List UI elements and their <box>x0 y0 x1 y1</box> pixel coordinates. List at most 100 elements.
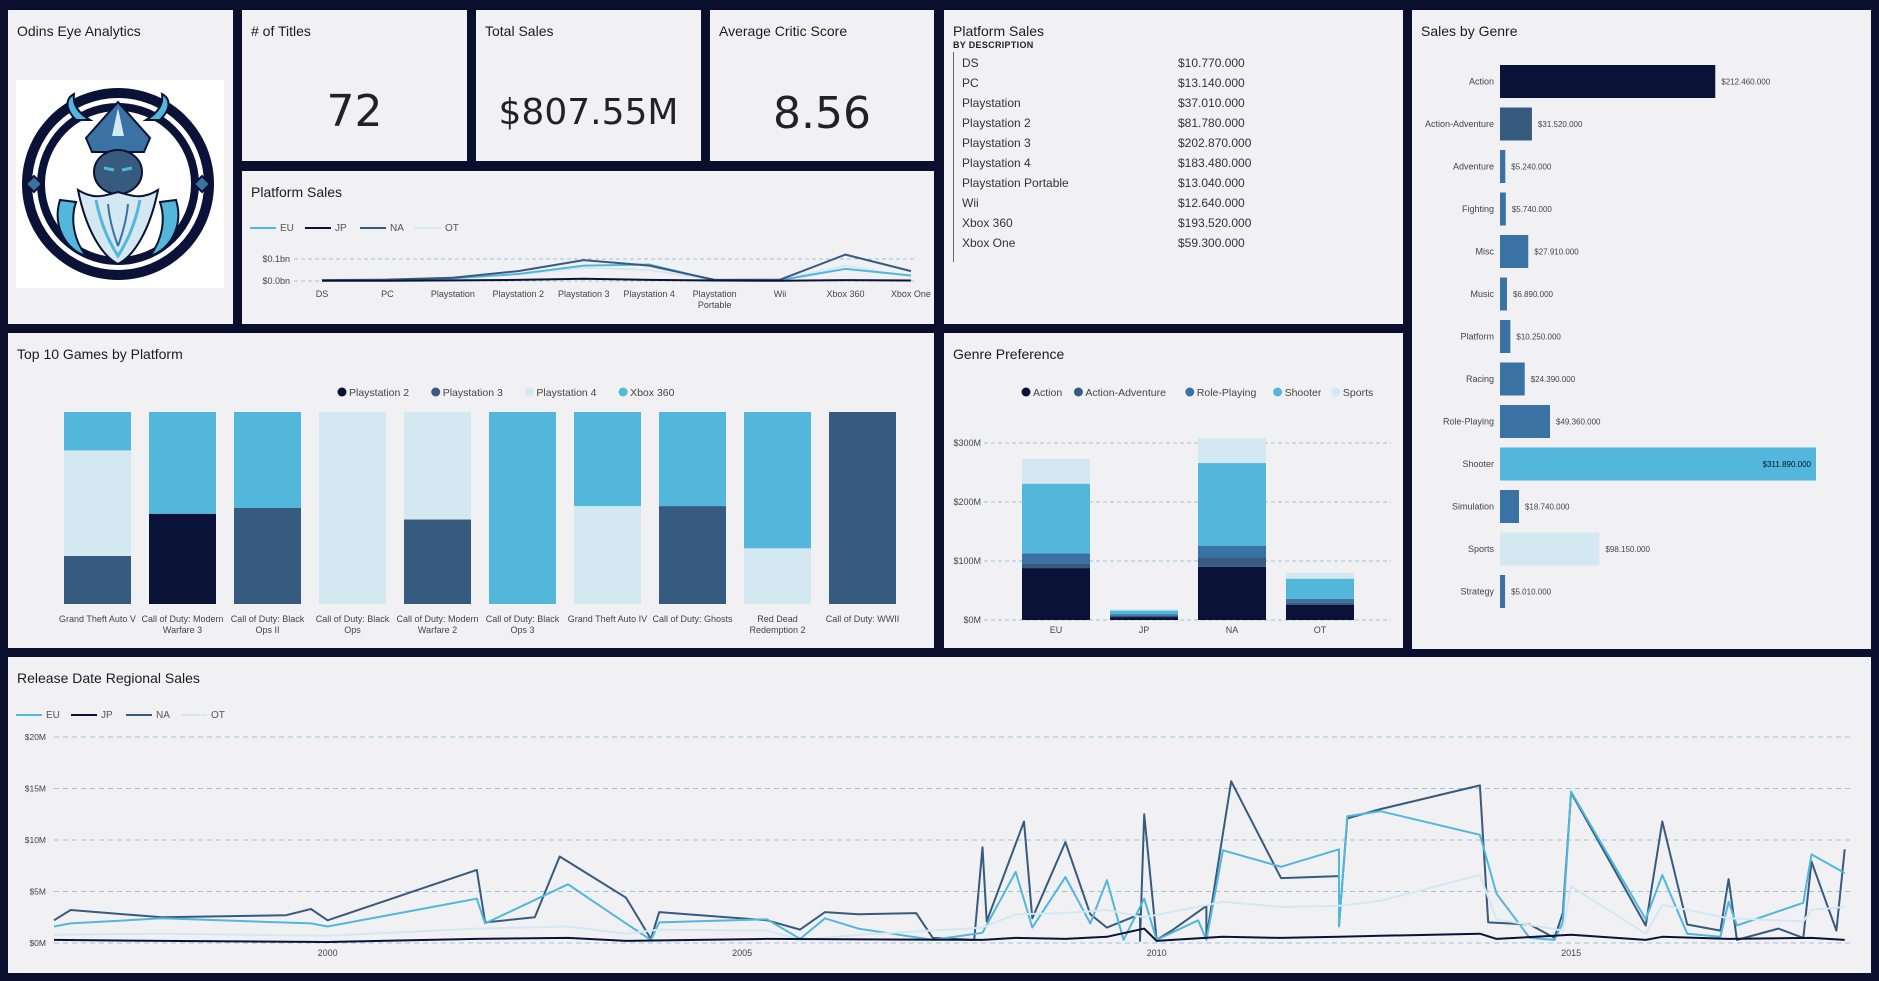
bar-segment[interactable] <box>659 506 726 604</box>
genre-label: Fighting <box>1462 204 1494 214</box>
genre-bar[interactable] <box>1500 65 1716 98</box>
bar-segment[interactable] <box>234 508 301 604</box>
table-row[interactable]: Playstation 2 $81.780.000 <box>962 113 1245 133</box>
genre-bar-chart[interactable]: Action $212.460.000 Action-Adventure $31.52… <box>1412 10 1871 649</box>
bar-segment[interactable] <box>149 412 216 514</box>
bar-segment[interactable] <box>1198 438 1266 464</box>
bar-segment[interactable] <box>404 412 471 520</box>
bar-segment[interactable] <box>404 519 471 604</box>
bar-segment[interactable] <box>64 412 131 451</box>
legend-label[interactable]: JP <box>335 223 347 234</box>
genre-pref-chart[interactable]: Action Action-Adventure Role-Playing Shoote… <box>944 333 1403 648</box>
legend-label[interactable]: Shooter <box>1285 387 1322 399</box>
bar-segment[interactable] <box>1286 602 1354 605</box>
bar-segment[interactable] <box>574 412 641 507</box>
legend-label[interactable]: Xbox 360 <box>630 387 675 399</box>
bar-segment[interactable] <box>574 506 641 604</box>
genre-bar[interactable] <box>1500 405 1551 438</box>
bar-segment[interactable] <box>1022 568 1090 620</box>
logo-card-title: Odins Eye Analytics <box>17 23 141 39</box>
bar-segment[interactable] <box>1286 578 1354 599</box>
bar-segment[interactable] <box>1198 566 1266 620</box>
x-tick-label: Grand Theft Auto V <box>59 614 136 624</box>
table-row[interactable]: DS $10.770.000 <box>962 53 1245 73</box>
bar-segment[interactable] <box>1110 617 1178 620</box>
bar-segment[interactable] <box>1022 563 1090 569</box>
table-row[interactable]: Playstation $37.010.000 <box>962 93 1245 113</box>
data-label: $31.520.000 <box>1538 120 1583 129</box>
series-line[interactable] <box>53 780 1846 942</box>
bar-segment[interactable] <box>1110 609 1178 611</box>
table-row[interactable]: Xbox 360 $193.520.000 <box>962 213 1251 233</box>
platform-sales-value: $202.870.000 <box>1178 136 1252 150</box>
legend-label[interactable]: JP <box>101 710 113 721</box>
series-line[interactable] <box>321 253 912 282</box>
platform-line-chart[interactable]: EU JP NA OT $0.1bn $0.0bn DS PC Playstation Plays… <box>242 171 934 324</box>
bar-segment[interactable] <box>744 548 811 604</box>
legend-label[interactable]: OT <box>445 223 459 234</box>
bar-segment[interactable] <box>64 450 131 556</box>
genre-bar[interactable] <box>1500 150 1506 183</box>
genre-bar[interactable] <box>1500 235 1529 268</box>
legend-label[interactable]: Action-Adventure <box>1085 387 1166 399</box>
platform-name: Wii <box>962 196 979 210</box>
legend-label[interactable]: OT <box>211 710 225 721</box>
table-row[interactable]: Playstation 4 $183.480.000 <box>962 153 1251 173</box>
bar-segment[interactable] <box>1198 557 1266 567</box>
bar-segment[interactable] <box>1286 572 1354 579</box>
genre-bar[interactable] <box>1500 320 1511 353</box>
bar-segment[interactable] <box>1022 553 1090 564</box>
table-row[interactable]: PC $13.140.000 <box>962 73 1245 93</box>
bar-segment[interactable] <box>1110 610 1178 615</box>
genre-label: Simulation <box>1452 502 1494 512</box>
legend-label[interactable]: Playstation 4 <box>536 387 596 399</box>
genre-bar[interactable] <box>1500 192 1506 226</box>
legend-label[interactable]: NA <box>390 223 404 234</box>
bar-segment[interactable] <box>829 412 896 604</box>
kpi-value: $807.55M <box>498 92 679 133</box>
legend-label[interactable]: EU <box>46 710 60 721</box>
bar-segment[interactable] <box>1286 604 1354 620</box>
legend-label[interactable]: Playstation 3 <box>443 387 503 399</box>
legend-label[interactable]: Action <box>1033 387 1062 399</box>
x-tick-label: Xbox One <box>891 289 931 299</box>
genre-bar[interactable] <box>1500 277 1507 311</box>
table-row[interactable]: Playstation Portable $13.040.000 <box>962 173 1245 193</box>
table-divider <box>953 52 954 262</box>
genre-bar[interactable] <box>1500 490 1519 523</box>
legend-dot <box>1273 387 1283 397</box>
legend-label[interactable]: NA <box>156 710 170 721</box>
top10-chart[interactable]: Playstation 2 Playstation 3 Playstation 4 X… <box>8 333 934 648</box>
genre-bar[interactable] <box>1500 575 1506 608</box>
bar-segment[interactable] <box>64 556 131 604</box>
bar-segment[interactable] <box>744 412 811 549</box>
bar-segment[interactable] <box>1198 545 1266 558</box>
x-tick-label: 2010 <box>1147 948 1167 958</box>
bar-segment[interactable] <box>1110 615 1178 618</box>
bar-segment[interactable] <box>1022 458 1090 484</box>
bar-segment[interactable] <box>659 412 726 507</box>
bar-segment[interactable] <box>1022 483 1090 554</box>
genre-bar[interactable] <box>1500 362 1525 396</box>
table-row[interactable]: Xbox One $59.300.000 <box>962 233 1245 253</box>
bar-segment[interactable] <box>149 513 216 604</box>
legend-label[interactable]: EU <box>280 223 294 234</box>
series-line[interactable] <box>53 874 1845 941</box>
bar-segment[interactable] <box>1110 614 1178 616</box>
bar-segment[interactable] <box>319 412 386 604</box>
bar-segment[interactable] <box>1286 598 1354 603</box>
legend-label[interactable]: Playstation 2 <box>349 387 409 399</box>
y-tick-label: $20M <box>25 732 46 742</box>
bar-segment[interactable] <box>234 412 301 508</box>
table-row[interactable]: Wii $12.640.000 <box>962 193 1245 213</box>
release-chart[interactable]: EU JP NA OT $20M $15M $10M $5M $0M 2000 2005 2010 20… <box>8 657 1871 973</box>
bar-segment[interactable] <box>1198 463 1266 546</box>
table-row[interactable]: Playstation 3 $202.870.000 <box>962 133 1251 153</box>
y-tick-label: $15M <box>25 784 46 794</box>
genre-bar[interactable] <box>1500 532 1600 566</box>
legend-label[interactable]: Sports <box>1343 387 1373 399</box>
bar-segment[interactable] <box>489 412 556 604</box>
legend-label[interactable]: Role-Playing <box>1197 387 1257 399</box>
genre-bar[interactable] <box>1500 107 1532 141</box>
y-tick-label: $0.0bn <box>262 276 290 286</box>
